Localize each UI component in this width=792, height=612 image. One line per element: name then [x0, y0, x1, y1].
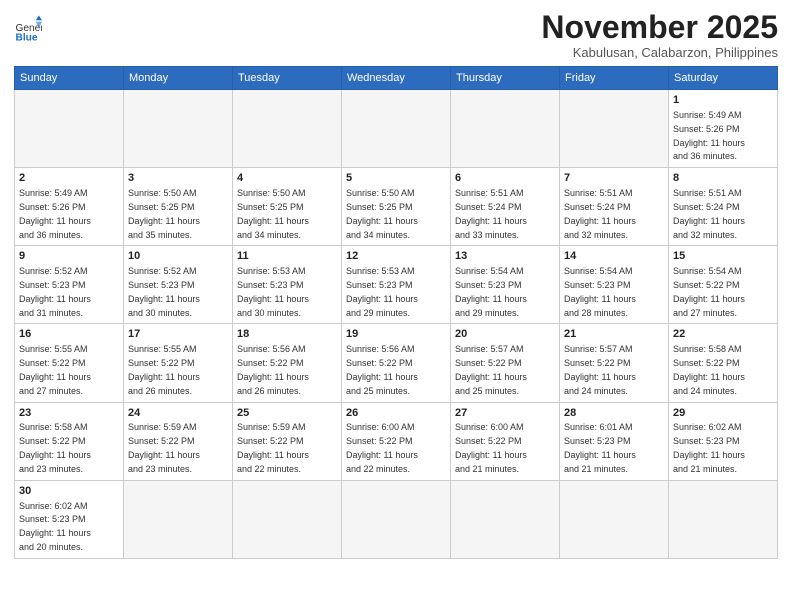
- header: General Blue November 2025 Kabulusan, Ca…: [14, 10, 778, 60]
- day-11: 11 Sunrise: 5:53 AMSunset: 5:23 PMDaylig…: [233, 246, 342, 324]
- day-9: 9 Sunrise: 5:52 AMSunset: 5:23 PMDayligh…: [15, 246, 124, 324]
- day-15: 15 Sunrise: 5:54 AMSunset: 5:22 PMDaylig…: [669, 246, 778, 324]
- empty-cell: [560, 90, 669, 168]
- day-29: 29 Sunrise: 6:02 AMSunset: 5:23 PMDaylig…: [669, 402, 778, 480]
- calendar-page: General Blue November 2025 Kabulusan, Ca…: [0, 0, 792, 612]
- day-23: 23 Sunrise: 5:58 AMSunset: 5:22 PMDaylig…: [15, 402, 124, 480]
- month-title: November 2025: [541, 10, 778, 45]
- empty-cell: [451, 90, 560, 168]
- col-wednesday: Wednesday: [342, 67, 451, 90]
- empty-cell: [342, 90, 451, 168]
- weekday-header-row: Sunday Monday Tuesday Wednesday Thursday…: [15, 67, 778, 90]
- logo-icon: General Blue: [14, 14, 42, 42]
- week-row-2: 2 Sunrise: 5:49 AMSunset: 5:26 PMDayligh…: [15, 168, 778, 246]
- col-monday: Monday: [124, 67, 233, 90]
- day-26: 26 Sunrise: 6:00 AMSunset: 5:22 PMDaylig…: [342, 402, 451, 480]
- col-saturday: Saturday: [669, 67, 778, 90]
- day-10: 10 Sunrise: 5:52 AMSunset: 5:23 PMDaylig…: [124, 246, 233, 324]
- day-22: 22 Sunrise: 5:58 AMSunset: 5:22 PMDaylig…: [669, 324, 778, 402]
- day-2: 2 Sunrise: 5:49 AMSunset: 5:26 PMDayligh…: [15, 168, 124, 246]
- day-14: 14 Sunrise: 5:54 AMSunset: 5:23 PMDaylig…: [560, 246, 669, 324]
- day-6: 6 Sunrise: 5:51 AMSunset: 5:24 PMDayligh…: [451, 168, 560, 246]
- col-friday: Friday: [560, 67, 669, 90]
- logo: General Blue: [14, 14, 42, 42]
- empty-cell: [451, 480, 560, 558]
- day-19: 19 Sunrise: 5:56 AMSunset: 5:22 PMDaylig…: [342, 324, 451, 402]
- day-1: 1 Sunrise: 5:49 AMSunset: 5:26 PMDayligh…: [669, 90, 778, 168]
- week-row-6: 30 Sunrise: 6:02 AMSunset: 5:23 PMDaylig…: [15, 480, 778, 558]
- day-16: 16 Sunrise: 5:55 AMSunset: 5:22 PMDaylig…: [15, 324, 124, 402]
- empty-cell: [342, 480, 451, 558]
- day-17: 17 Sunrise: 5:55 AMSunset: 5:22 PMDaylig…: [124, 324, 233, 402]
- empty-cell: [669, 480, 778, 558]
- day-25: 25 Sunrise: 5:59 AMSunset: 5:22 PMDaylig…: [233, 402, 342, 480]
- day-28: 28 Sunrise: 6:01 AMSunset: 5:23 PMDaylig…: [560, 402, 669, 480]
- day-13: 13 Sunrise: 5:54 AMSunset: 5:23 PMDaylig…: [451, 246, 560, 324]
- empty-cell: [124, 480, 233, 558]
- calendar-table: Sunday Monday Tuesday Wednesday Thursday…: [14, 66, 778, 559]
- day-20: 20 Sunrise: 5:57 AMSunset: 5:22 PMDaylig…: [451, 324, 560, 402]
- week-row-5: 23 Sunrise: 5:58 AMSunset: 5:22 PMDaylig…: [15, 402, 778, 480]
- col-thursday: Thursday: [451, 67, 560, 90]
- location-subtitle: Kabulusan, Calabarzon, Philippines: [541, 45, 778, 60]
- empty-cell: [15, 90, 124, 168]
- day-24: 24 Sunrise: 5:59 AMSunset: 5:22 PMDaylig…: [124, 402, 233, 480]
- col-sunday: Sunday: [15, 67, 124, 90]
- day-3: 3 Sunrise: 5:50 AMSunset: 5:25 PMDayligh…: [124, 168, 233, 246]
- day-18: 18 Sunrise: 5:56 AMSunset: 5:22 PMDaylig…: [233, 324, 342, 402]
- day-12: 12 Sunrise: 5:53 AMSunset: 5:23 PMDaylig…: [342, 246, 451, 324]
- day-21: 21 Sunrise: 5:57 AMSunset: 5:22 PMDaylig…: [560, 324, 669, 402]
- day-4: 4 Sunrise: 5:50 AMSunset: 5:25 PMDayligh…: [233, 168, 342, 246]
- svg-text:Blue: Blue: [16, 32, 38, 42]
- week-row-4: 16 Sunrise: 5:55 AMSunset: 5:22 PMDaylig…: [15, 324, 778, 402]
- week-row-3: 9 Sunrise: 5:52 AMSunset: 5:23 PMDayligh…: [15, 246, 778, 324]
- day-5: 5 Sunrise: 5:50 AMSunset: 5:25 PMDayligh…: [342, 168, 451, 246]
- empty-cell: [233, 90, 342, 168]
- empty-cell: [560, 480, 669, 558]
- week-row-1: 1 Sunrise: 5:49 AMSunset: 5:26 PMDayligh…: [15, 90, 778, 168]
- day-7: 7 Sunrise: 5:51 AMSunset: 5:24 PMDayligh…: [560, 168, 669, 246]
- col-tuesday: Tuesday: [233, 67, 342, 90]
- day-8: 8 Sunrise: 5:51 AMSunset: 5:24 PMDayligh…: [669, 168, 778, 246]
- title-section: November 2025 Kabulusan, Calabarzon, Phi…: [541, 10, 778, 60]
- empty-cell: [124, 90, 233, 168]
- day-27: 27 Sunrise: 6:00 AMSunset: 5:22 PMDaylig…: [451, 402, 560, 480]
- day-30: 30 Sunrise: 6:02 AMSunset: 5:23 PMDaylig…: [15, 480, 124, 558]
- empty-cell: [233, 480, 342, 558]
